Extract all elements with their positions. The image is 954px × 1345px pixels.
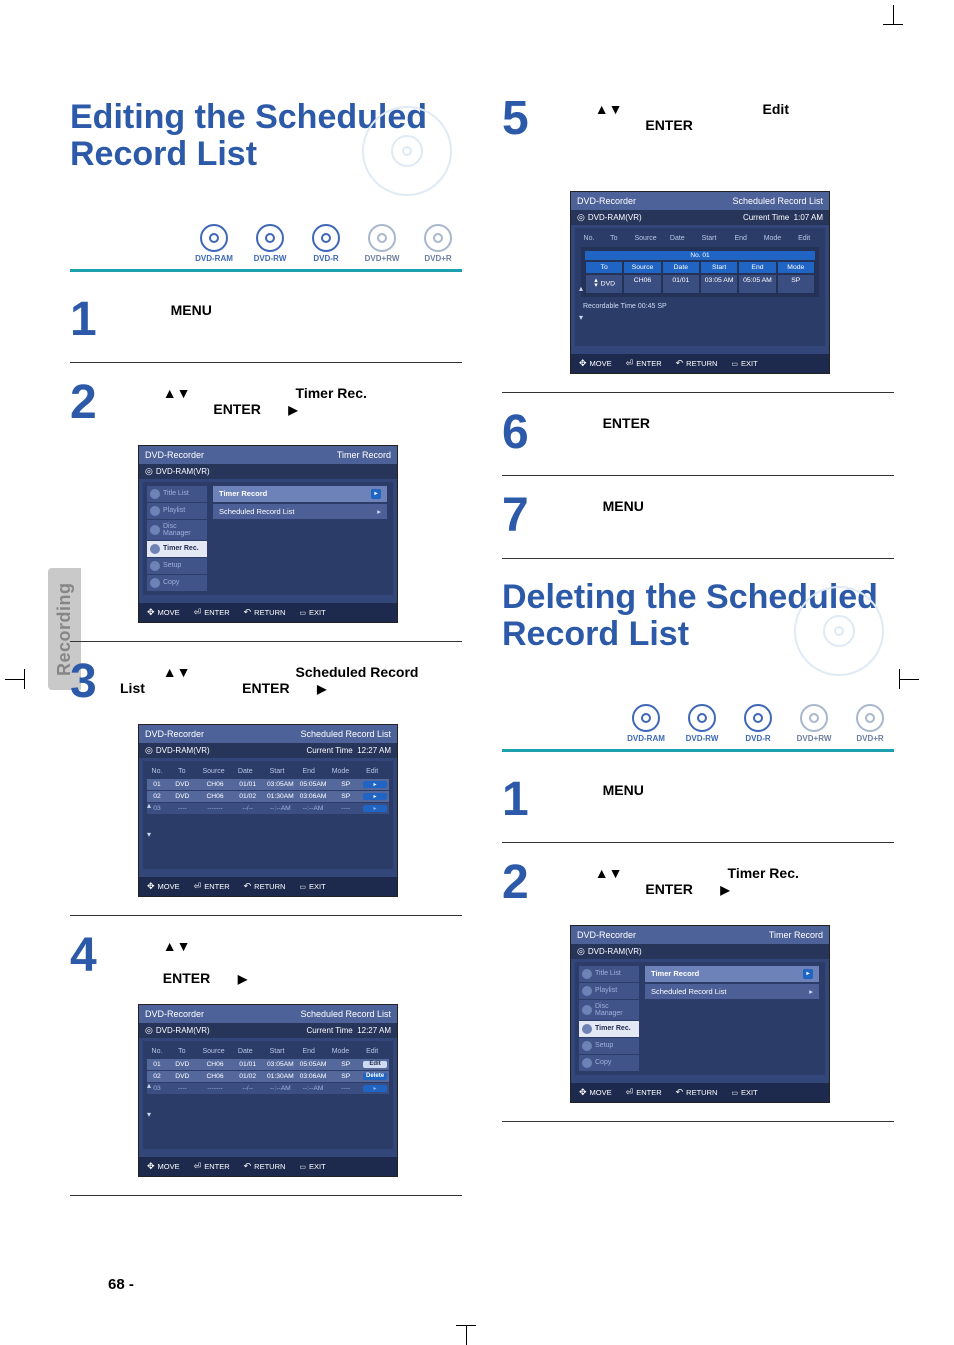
disc-badge: DVD-RAM (622, 704, 670, 743)
crop-mark (10, 660, 50, 700)
disc-badges: DVD-RAMDVD-RWDVD-RDVD+RWDVD+R (70, 224, 462, 263)
disc-badge: DVD-RW (246, 224, 294, 263)
disc-badge: DVD+RW (790, 704, 838, 743)
disc-badges: DVD-RAMDVD-RWDVD-RDVD+RWDVD+R (502, 704, 894, 743)
step-2: 2 ▲▼ Timer Rec. ENTER ▶ (70, 379, 462, 427)
crop-mark (447, 1300, 487, 1340)
page-number: 68 - (108, 1276, 134, 1293)
disc-icon (794, 586, 884, 676)
disc-badge: DVD-R (302, 224, 350, 263)
disc-icon (362, 106, 452, 196)
disc-badge: DVD-RW (678, 704, 726, 743)
disc-badge: DVD+RW (358, 224, 406, 263)
step-5: 5 ▲▼ Edit ENTER (502, 95, 894, 143)
osd-timer-record-2: DVD-RecorderTimer Record DVD-RAM(VR) Tit… (570, 925, 830, 1103)
step-7: 7 MENU (502, 492, 894, 540)
crop-mark (874, 10, 914, 50)
step-3: 3 ▲▼ Scheduled Record List ENTER ▶ (70, 658, 462, 706)
step-4: 4 ▲▼ ENTER ▶ (70, 932, 462, 986)
osd-scheduled-list: DVD-RecorderScheduled Record List DVD-RA… (138, 724, 398, 897)
osd-timer-record: DVD-RecorderTimer Record DVD-RAM(VR) Tit… (138, 445, 398, 623)
osd-scheduled-list-popup: DVD-RecorderScheduled Record List DVD-RA… (138, 1004, 398, 1177)
step-6: 6 ENTER (502, 409, 894, 457)
step-1: 1 MENU (70, 296, 462, 344)
disc-badge: DVD-R (734, 704, 782, 743)
disc-badge: DVD-RAM (190, 224, 238, 263)
step-r2: 2 ▲▼ Timer Rec. ENTER ▶ (502, 859, 894, 907)
disc-badge: DVD+R (414, 224, 462, 263)
osd-edit-panel: DVD-RecorderScheduled Record List DVD-RA… (570, 191, 830, 374)
step-r1: 1 MENU (502, 776, 894, 824)
disc-badge: DVD+R (846, 704, 894, 743)
